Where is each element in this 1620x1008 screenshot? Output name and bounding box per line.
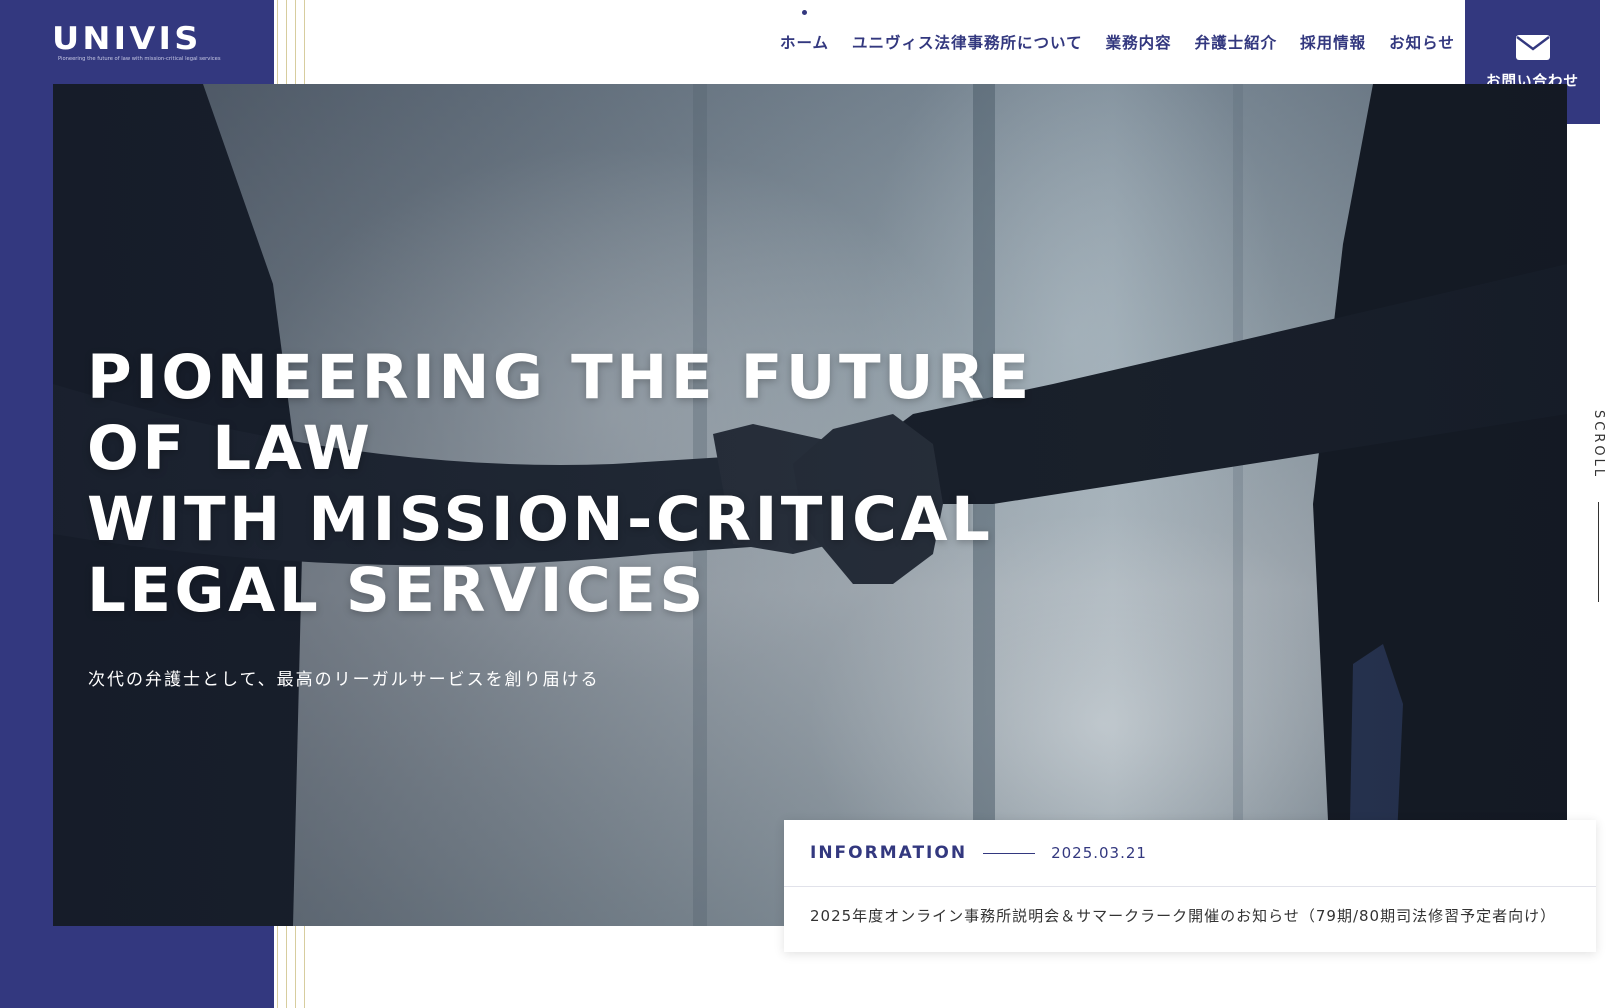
nav-item-home[interactable]: ホーム bbox=[780, 10, 830, 53]
hero-headline: PIONEERING THE FUTURE OF LAW WITH MISSIO… bbox=[87, 342, 1033, 626]
nav-item-recruit[interactable]: 採用情報 bbox=[1300, 29, 1366, 53]
nav-item-news[interactable]: お知らせ bbox=[1389, 29, 1455, 53]
headline-line: LEGAL SERVICES bbox=[87, 555, 707, 626]
nav-item-label: ホーム bbox=[780, 34, 830, 52]
information-divider bbox=[983, 852, 1036, 854]
headline-line: PIONEERING THE FUTURE bbox=[87, 342, 1033, 413]
information-link[interactable]: 2025年度オンライン事務所説明会＆サマークラーク開催のお知らせ（79期/80期… bbox=[784, 887, 1596, 944]
site-logo[interactable]: UNIVIS Pioneering the future of law with… bbox=[52, 22, 222, 62]
scroll-line bbox=[1598, 502, 1599, 602]
information-header: INFORMATION 2025.03.21 bbox=[784, 820, 1596, 887]
scroll-indicator[interactable]: SCROLL bbox=[1584, 410, 1614, 605]
headline-line: OF LAW bbox=[87, 413, 374, 484]
hero-section: PIONEERING THE FUTURE OF LAW WITH MISSIO… bbox=[53, 84, 1567, 926]
mail-icon bbox=[1515, 34, 1550, 60]
nav-item-lawyers[interactable]: 弁護士紹介 bbox=[1195, 29, 1278, 53]
logo-tagline: Pioneering the future of law with missio… bbox=[58, 56, 221, 62]
information-title: INFORMATION bbox=[810, 843, 968, 863]
logo-wordmark: UNIVIS bbox=[52, 21, 202, 57]
main-nav: ホーム ユニヴィス法律事務所について 業務内容 弁護士紹介 採用情報 お知らせ bbox=[780, 0, 1455, 82]
headline-line: WITH MISSION-CRITICAL bbox=[87, 484, 994, 555]
active-indicator-dot bbox=[802, 10, 808, 15]
hero-subtitle: 次代の弁護士として、最高のリーガルサービスを創り届ける bbox=[88, 670, 600, 690]
information-card: INFORMATION 2025.03.21 2025年度オンライン事務所説明会… bbox=[784, 820, 1596, 952]
nav-item-about[interactable]: ユニヴィス法律事務所について bbox=[852, 29, 1083, 53]
nav-item-practice[interactable]: 業務内容 bbox=[1106, 29, 1172, 53]
information-date: 2025.03.21 bbox=[1051, 844, 1147, 862]
scroll-label: SCROLL bbox=[1591, 410, 1606, 480]
